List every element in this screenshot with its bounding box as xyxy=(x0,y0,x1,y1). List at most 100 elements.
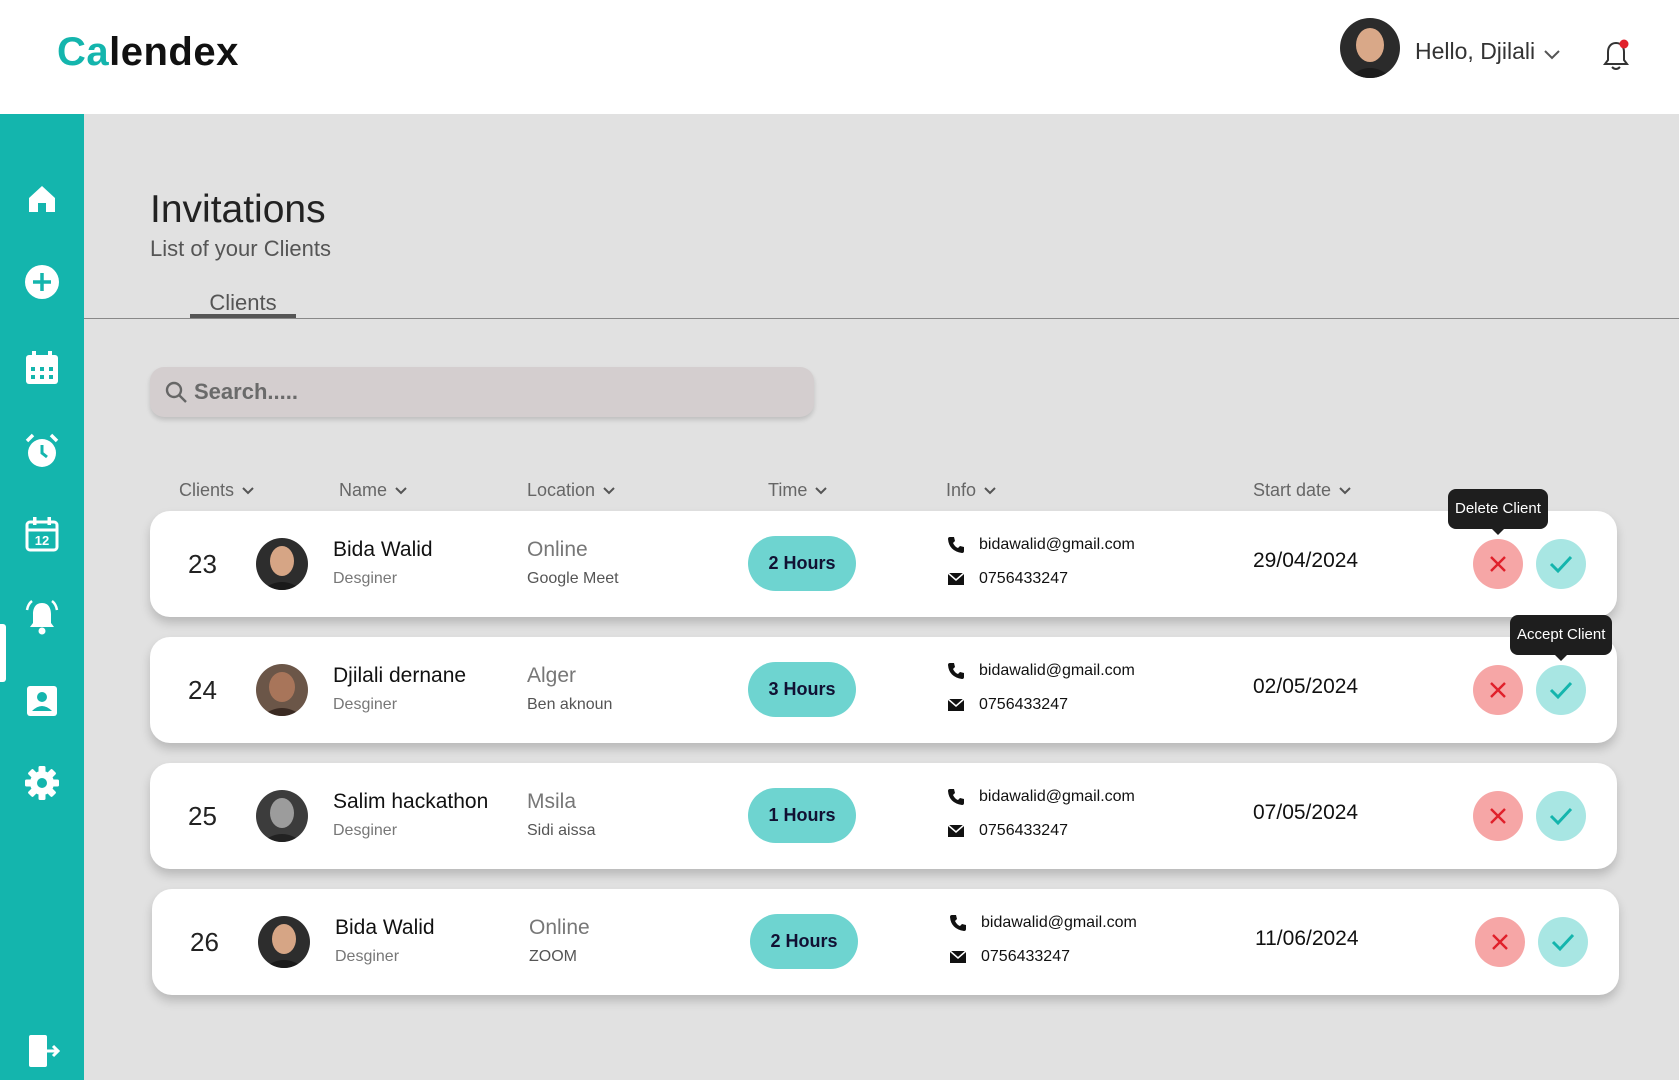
sidebar-item-contacts[interactable] xyxy=(22,681,62,721)
chevron-down-icon xyxy=(984,486,996,494)
delete-client-button[interactable] xyxy=(1473,791,1523,841)
client-row[interactable]: 23 Bida Walid Desginer Online Google Mee… xyxy=(150,511,1617,617)
chevron-down-icon[interactable] xyxy=(1542,44,1562,64)
delete-client-button[interactable] xyxy=(1475,917,1525,967)
client-avatar xyxy=(258,916,310,968)
phone-icon xyxy=(948,537,964,553)
sidebar-item-calendar[interactable] xyxy=(22,348,62,388)
logo-accent-text: Ca xyxy=(57,30,110,74)
close-icon xyxy=(1492,934,1508,950)
column-label: Info xyxy=(946,480,977,500)
bell-ringing-icon xyxy=(25,600,59,635)
delete-client-button[interactable] xyxy=(1473,665,1523,715)
client-number: 23 xyxy=(188,549,217,579)
duration-badge[interactable]: 1 Hours xyxy=(748,788,856,843)
chevron-down-icon xyxy=(603,486,615,494)
close-icon xyxy=(1490,682,1506,698)
client-name: Bida Walid xyxy=(333,538,433,561)
client-phone[interactable]: 0756433247 xyxy=(979,696,1068,714)
sidebar-item-alarm[interactable] xyxy=(22,431,62,471)
user-greeting: Hello, Djilali xyxy=(1415,38,1536,64)
sidebar-item-home[interactable] xyxy=(22,179,62,219)
sidebar-item-settings[interactable] xyxy=(22,763,62,803)
alarm-clock-icon xyxy=(25,433,59,467)
client-phone[interactable]: 0756433247 xyxy=(981,948,1070,966)
client-start-date: 02/05/2024 xyxy=(1253,675,1359,698)
search-input[interactable] xyxy=(194,367,794,417)
client-avatar xyxy=(256,664,308,716)
avatar-image xyxy=(256,538,308,590)
client-sub-location: Sidi aissa xyxy=(527,822,596,839)
client-email[interactable]: bidawalid@gmail.com xyxy=(979,536,1135,554)
sidebar-item-logout[interactable] xyxy=(22,1031,62,1071)
sidebar-item-notifications[interactable] xyxy=(22,597,62,637)
tab-clients[interactable]: Clients xyxy=(190,290,296,316)
notification-bell-icon[interactable] xyxy=(1600,38,1632,72)
client-row[interactable]: 25 Salim hackathon Desginer Msila Sidi a… xyxy=(150,763,1617,869)
delete-client-button[interactable] xyxy=(1473,539,1523,589)
delete-client-tooltip: Delete Client xyxy=(1448,489,1548,535)
sidebar-item-add[interactable] xyxy=(22,262,62,302)
check-icon xyxy=(1551,933,1575,952)
client-number: 26 xyxy=(190,927,219,957)
client-sub-location: Ben aknoun xyxy=(527,696,613,713)
column-label: Start date xyxy=(1253,480,1332,500)
sidebar: 12 xyxy=(0,114,84,1080)
client-sub-location: Google Meet xyxy=(527,570,619,587)
client-row[interactable]: 24 Djilali dernane Desginer Alger Ben ak… xyxy=(150,637,1617,743)
client-start-date: 07/05/2024 xyxy=(1253,801,1359,824)
client-phone[interactable]: 0756433247 xyxy=(979,822,1068,840)
client-location: Online xyxy=(529,916,590,939)
column-header-clients[interactable]: Clients xyxy=(179,480,256,501)
accept-client-button[interactable] xyxy=(1536,539,1586,589)
column-header-time[interactable]: Time xyxy=(768,480,829,501)
client-avatar xyxy=(256,538,308,590)
duration-badge[interactable]: 3 Hours xyxy=(748,662,856,717)
svg-text:12: 12 xyxy=(35,533,49,548)
section-divider xyxy=(84,318,1679,319)
column-header-location[interactable]: Location xyxy=(527,480,617,501)
client-email[interactable]: bidawalid@gmail.com xyxy=(979,662,1135,680)
search-bar xyxy=(150,367,814,417)
client-role: Desginer xyxy=(333,822,398,839)
client-email[interactable]: bidawalid@gmail.com xyxy=(981,914,1137,932)
mail-icon xyxy=(947,698,965,711)
avatar-image xyxy=(258,916,310,968)
check-icon xyxy=(1549,807,1573,826)
client-row[interactable]: 26 Bida Walid Desginer Online ZOOM 2 Hou… xyxy=(152,889,1619,995)
client-number: 24 xyxy=(188,675,217,705)
accept-client-tooltip: Accept Client xyxy=(1510,615,1613,661)
avatar-image xyxy=(256,664,308,716)
column-header-start-date[interactable]: Start date xyxy=(1253,480,1353,501)
duration-badge[interactable]: 2 Hours xyxy=(748,536,856,591)
client-email[interactable]: bidawalid@gmail.com xyxy=(979,788,1135,806)
user-avatar[interactable] xyxy=(1340,18,1400,78)
contact-card-icon xyxy=(27,686,57,716)
gear-icon xyxy=(25,766,59,800)
page-subtitle: List of your Clients xyxy=(150,236,331,261)
client-role: Desginer xyxy=(333,570,398,587)
duration-badge[interactable]: 2 Hours xyxy=(750,914,858,969)
mail-icon xyxy=(947,824,965,837)
column-label: Time xyxy=(768,480,808,500)
close-icon xyxy=(1490,808,1506,824)
top-header: Calendex Hello, Djilali xyxy=(0,0,1679,114)
logout-icon xyxy=(29,1035,61,1067)
client-location: Alger xyxy=(527,664,577,687)
sidebar-item-schedule[interactable]: 12 xyxy=(22,514,62,554)
avatar-image xyxy=(1340,18,1400,78)
chevron-down-icon xyxy=(1339,486,1351,494)
home-icon xyxy=(29,186,55,212)
avatar-image xyxy=(256,790,308,842)
calendar-date-icon: 12 xyxy=(25,517,59,552)
mail-icon xyxy=(949,950,967,963)
client-number: 25 xyxy=(188,801,217,831)
accept-client-button[interactable] xyxy=(1538,917,1588,967)
accept-client-button[interactable] xyxy=(1536,791,1586,841)
accept-client-button[interactable] xyxy=(1536,665,1586,715)
column-header-name[interactable]: Name xyxy=(339,480,409,501)
client-phone[interactable]: 0756433247 xyxy=(979,570,1068,588)
app-logo[interactable]: Calendex xyxy=(57,30,239,75)
logo-rest-text: lendex xyxy=(109,30,239,74)
column-header-info[interactable]: Info xyxy=(946,480,998,501)
